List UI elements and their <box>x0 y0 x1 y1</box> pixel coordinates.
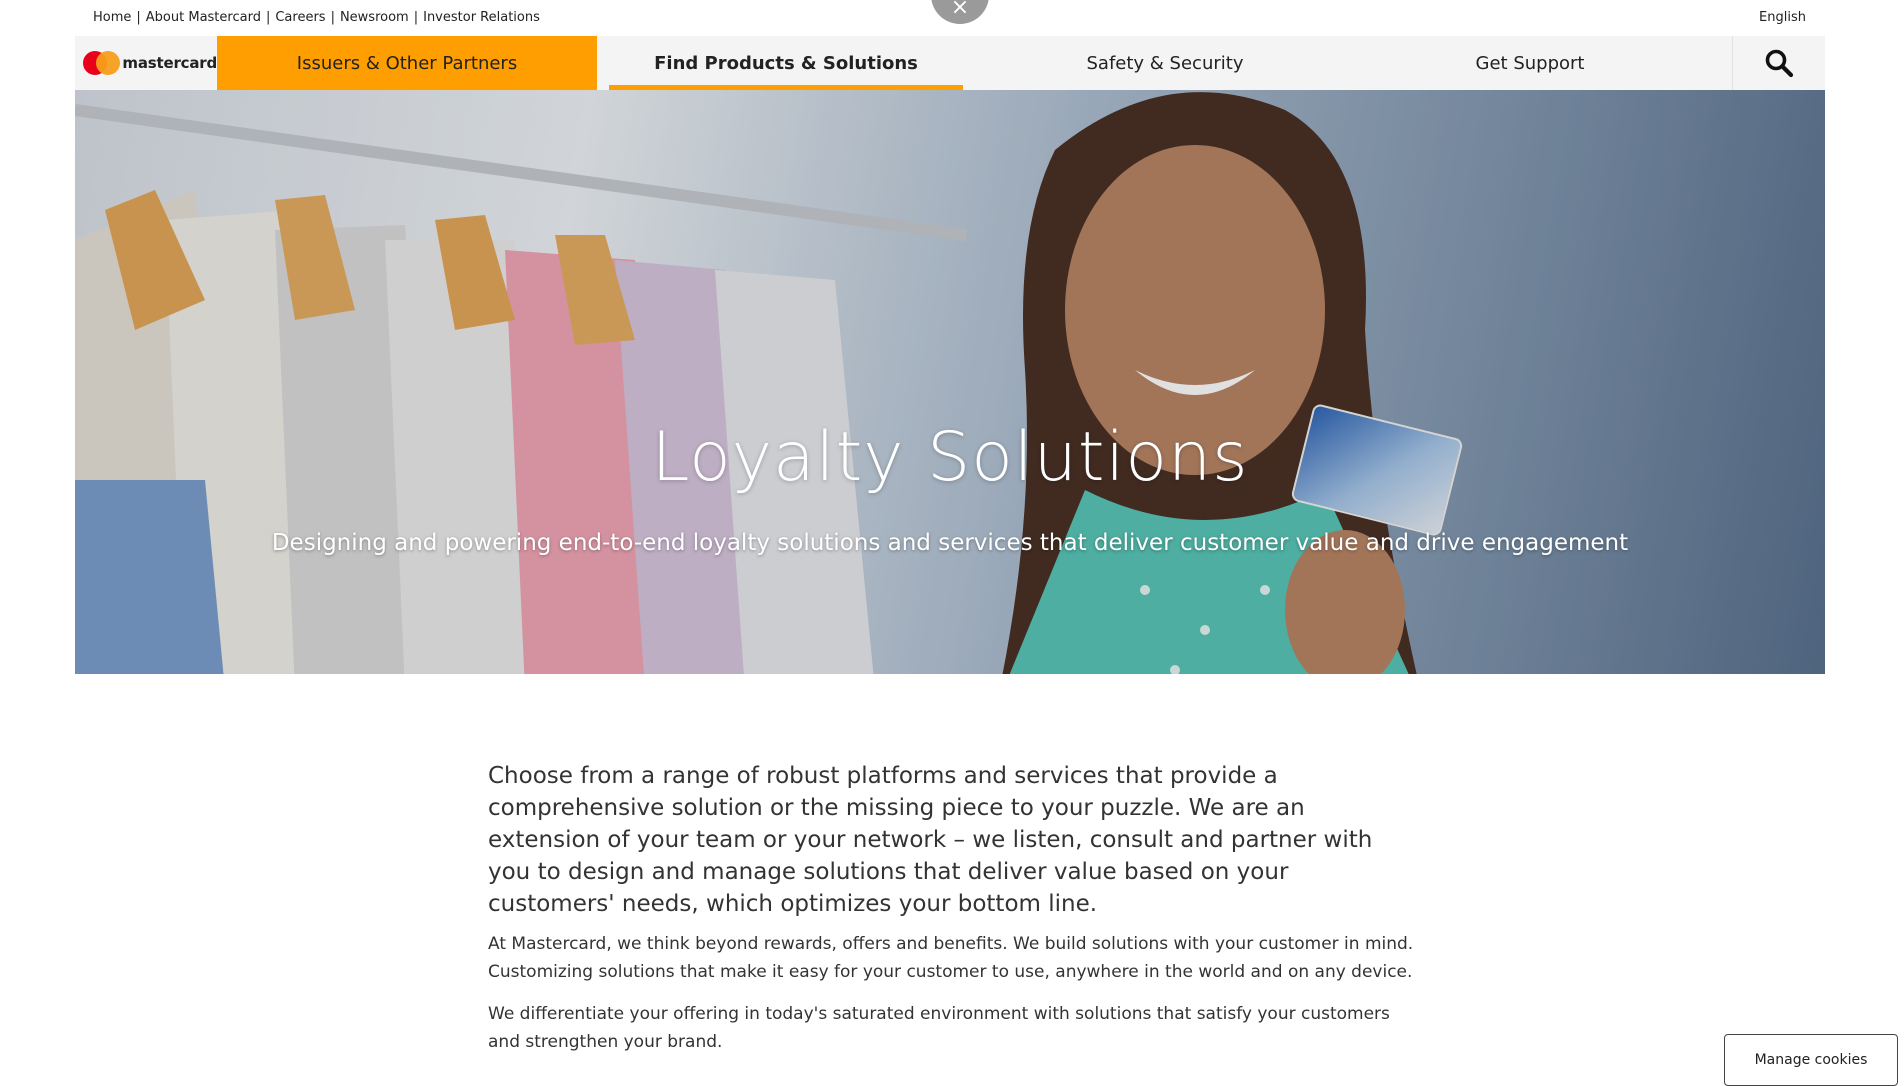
separator: | <box>330 10 335 25</box>
manage-cookies-button[interactable]: Manage cookies <box>1724 1034 1898 1086</box>
separator: | <box>265 10 271 25</box>
hero-subtitle: Designing and powering end-to-end loyalt… <box>271 530 1629 556</box>
separator: | <box>413 10 419 25</box>
search-button[interactable] <box>1732 36 1825 90</box>
page-title: Loyalty Solutions <box>651 418 1249 497</box>
nav-get-support[interactable]: Get Support <box>1367 36 1693 90</box>
nav-issuers-partners[interactable]: Issuers & Other Partners <box>217 36 597 90</box>
mastercard-circles-icon <box>83 51 120 75</box>
about-link[interactable]: About Mastercard <box>146 10 261 25</box>
body-paragraph: At Mastercard, we think beyond rewards, … <box>488 934 1414 982</box>
logo-wordmark: mastercard <box>122 54 217 72</box>
intro-content: Choose from a range of robust platforms … <box>488 760 1418 1056</box>
lead-paragraph: Choose from a range of robust platforms … <box>488 763 1373 917</box>
careers-link[interactable]: Careers <box>275 10 325 25</box>
mastercard-logo[interactable]: mastercard <box>75 36 217 90</box>
body-paragraph: We differentiate your offering in today'… <box>488 1004 1390 1052</box>
nav-safety-security[interactable]: Safety & Security <box>963 36 1367 90</box>
main-nav: mastercard Issuers & Other Partners Find… <box>75 36 1825 90</box>
home-link[interactable]: Home <box>93 10 131 25</box>
language-selector[interactable]: English <box>1759 10 1806 25</box>
search-icon <box>1765 49 1794 78</box>
investor-relations-link[interactable]: Investor Relations <box>423 10 540 25</box>
close-icon: × <box>950 0 970 20</box>
separator: | <box>136 10 141 25</box>
utility-links: Home | About Mastercard | Careers | Newsroom | I… <box>93 10 540 25</box>
hero-banner: Loyalty Solutions Designing and powering… <box>75 90 1825 674</box>
newsroom-link[interactable]: Newsroom <box>340 10 409 25</box>
nav-find-products[interactable]: Find Products & Solutions <box>609 36 963 90</box>
